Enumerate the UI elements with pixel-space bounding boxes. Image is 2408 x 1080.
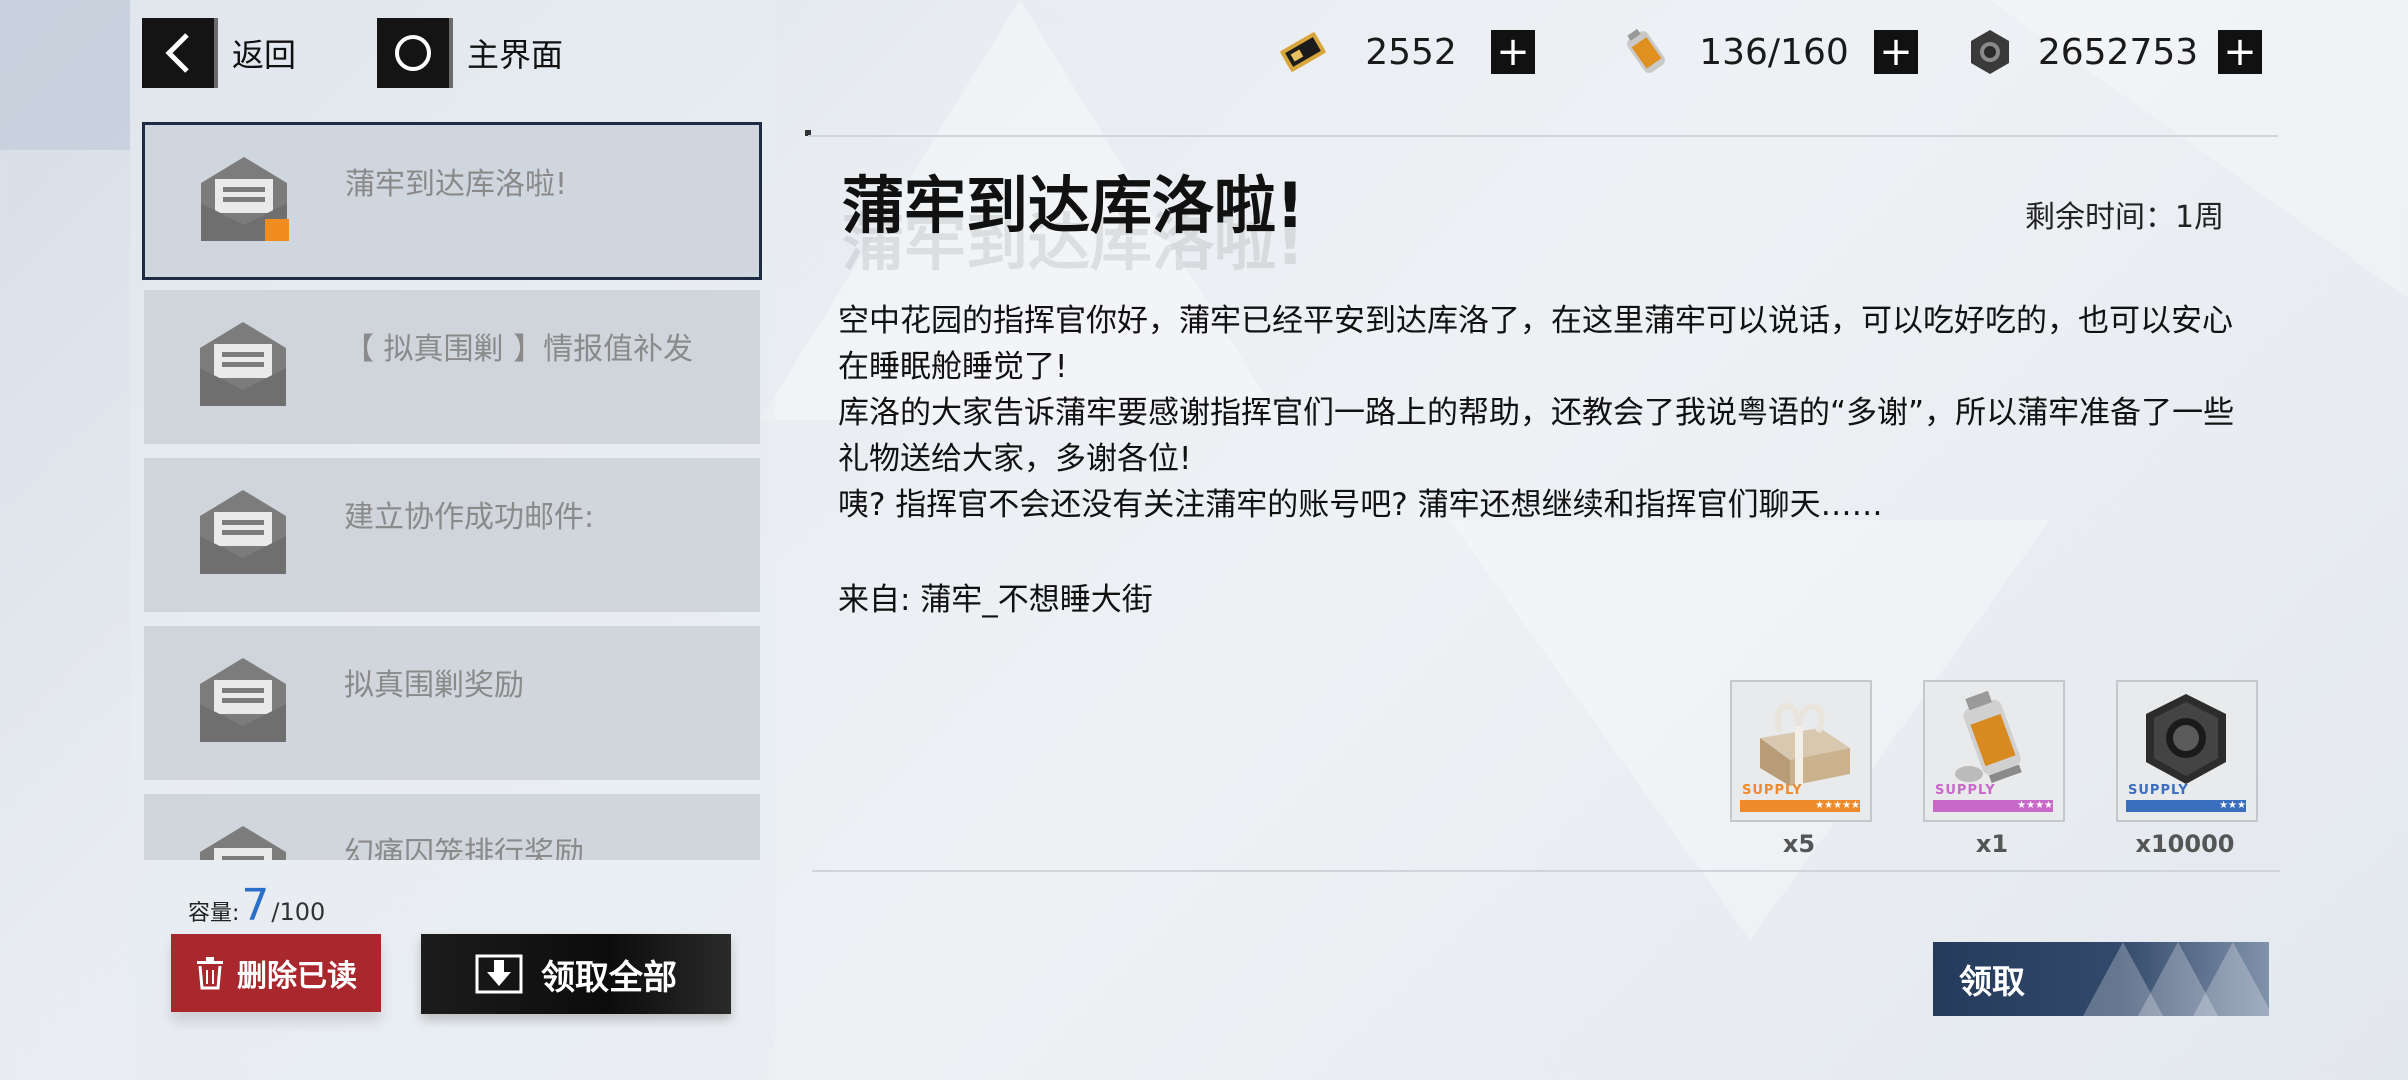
add-ticket-button[interactable]: + xyxy=(1491,30,1535,74)
claim-button[interactable]: 领取 xyxy=(1933,942,2269,1016)
trash-icon xyxy=(197,957,223,990)
envelope-open-icon xyxy=(201,157,289,241)
mail-item[interactable]: 幻痛囚笼排行奖励 xyxy=(144,794,760,860)
home-label: 主界面 xyxy=(467,36,564,74)
resource-energy: 136/160 + xyxy=(1618,24,1918,80)
rarity-stars: ★★★★ xyxy=(2017,800,2053,811)
mail-item-selected[interactable]: 蒲牢到达库洛啦! xyxy=(142,122,762,280)
remaining-time: 剩余时间：1周 xyxy=(2025,200,2225,235)
mail-item[interactable]: 拟真围剿奖励 xyxy=(144,626,760,780)
delete-read-button[interactable]: 删除已读 xyxy=(171,934,381,1012)
hex-nut-icon xyxy=(1962,24,2018,80)
ticket-icon xyxy=(1275,24,1331,80)
reward-item[interactable]: SUPPLY ★★★★★ xyxy=(1730,680,1872,822)
mail-body-paragraph: 咦? 指挥官不会还没有关注蒲牢的账号吧? 蒲牢还想继续和指挥官们聊天…… xyxy=(838,487,1883,523)
envelope-open-icon xyxy=(200,658,286,742)
hex-nut-icon xyxy=(2146,694,2226,784)
supply-label: SUPPLY xyxy=(2128,783,2189,798)
supply-label: SUPPLY xyxy=(1742,783,1803,798)
capacity-max: /100 xyxy=(271,898,326,926)
back-button[interactable]: 返回 xyxy=(142,18,296,88)
claim-label: 领取 xyxy=(1959,962,2025,1001)
attachment-box-icon xyxy=(265,219,289,241)
battery-icon xyxy=(1618,24,1674,80)
claim-all-label: 领取全部 xyxy=(541,957,677,998)
reward-quantity: x1 xyxy=(1975,830,2009,858)
reward-quantity: x5 xyxy=(1782,830,1816,858)
add-coins-button[interactable]: + xyxy=(2218,30,2262,74)
divider xyxy=(808,135,2278,137)
resource-coins-value: 2652753 xyxy=(2037,31,2199,73)
mail-item-title: 幻痛囚笼排行奖励 xyxy=(344,836,584,860)
mail-list: 蒲牢到达库洛啦! 【 拟真围剿 】情报值补发 建立协作成功邮件: 拟真围剿奖励 … xyxy=(142,122,762,860)
download-icon xyxy=(475,954,523,994)
claim-all-button[interactable]: 领取全部 xyxy=(421,934,731,1014)
mail-item-title: 【 拟真围剿 】情报值补发 xyxy=(344,332,694,367)
background-shape xyxy=(0,0,130,150)
envelope-open-icon xyxy=(200,490,286,574)
mail-detail-title: 蒲牢到达库洛啦! xyxy=(842,169,1305,242)
resource-ticket: 2552 + xyxy=(1275,24,1535,80)
mail-body-paragraph: 库洛的大家告诉蒲牢要感谢指挥官们一路上的帮助，还教会了我说粤语的“多谢”，所以蒲… xyxy=(838,395,2235,477)
mail-item-title: 拟真围剿奖励 xyxy=(344,668,524,703)
resource-coins: 2652753 + xyxy=(1962,24,2262,80)
mail-item[interactable]: 建立协作成功邮件: xyxy=(144,458,760,612)
chevron-left-icon xyxy=(142,18,214,88)
delete-read-label: 删除已读 xyxy=(237,959,357,994)
envelope-open-icon xyxy=(200,826,286,860)
capacity-label: 容量: xyxy=(188,901,240,926)
reward-item[interactable]: SUPPLY ★★★★ xyxy=(1923,680,2065,822)
home-circle-icon xyxy=(377,18,449,88)
decor-triangle xyxy=(2193,942,2269,1016)
mail-sender: 来自: 蒲牢_不想睡大街 xyxy=(838,582,1153,618)
battery-canister-icon xyxy=(1955,690,2022,784)
rarity-stars: ★★★★★ xyxy=(1815,800,1860,811)
mail-item-title: 蒲牢到达库洛啦! xyxy=(345,167,568,202)
mail-item[interactable]: 【 拟真围剿 】情报值补发 xyxy=(144,290,760,444)
back-label: 返回 xyxy=(232,36,297,74)
resource-energy-value: 136/160 xyxy=(1699,31,1849,73)
add-energy-button[interactable]: + xyxy=(1874,30,1918,74)
divider xyxy=(812,870,2280,872)
gift-box-icon xyxy=(1760,703,1850,786)
mail-body-paragraph: 空中花园的指挥官你好，蒲牢已经平安到达库洛了，在这里蒲牢可以说话，可以吃好吃的，… xyxy=(838,303,2233,385)
reward-item[interactable]: SUPPLY ★★★ xyxy=(2116,680,2258,822)
supply-label: SUPPLY xyxy=(1935,783,1996,798)
resource-ticket-value: 2552 xyxy=(1365,31,1457,73)
rarity-stars: ★★★ xyxy=(2219,800,2246,811)
home-button[interactable]: 主界面 xyxy=(377,18,563,88)
capacity-count: 7 xyxy=(241,880,270,931)
envelope-open-icon xyxy=(200,322,286,406)
mail-body: 空中花园的指挥官你好，蒲牢已经平安到达库洛了，在这里蒲牢可以说话，可以吃好吃的，… xyxy=(838,298,2258,528)
reward-quantity: x10000 xyxy=(2135,830,2235,858)
mail-capacity: 容量: 7 /100 xyxy=(188,880,325,931)
mail-item-title: 建立协作成功邮件: xyxy=(344,500,595,535)
